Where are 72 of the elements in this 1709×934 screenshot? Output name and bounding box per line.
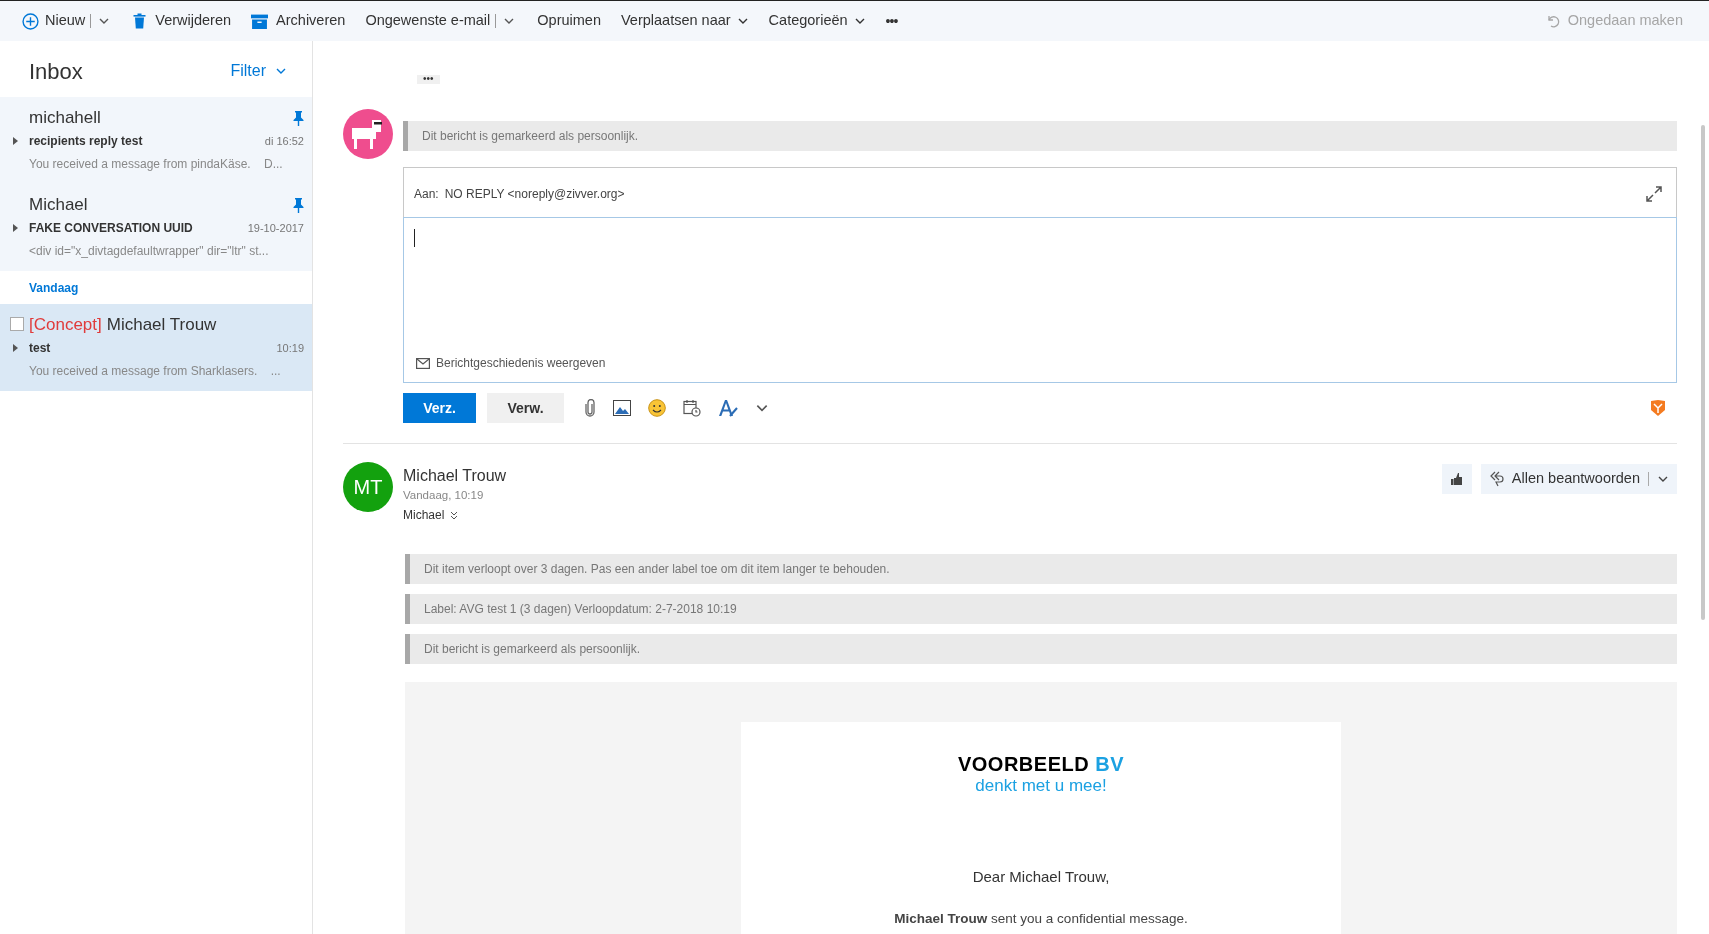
- text-cursor: [414, 229, 415, 247]
- thumbs-up-icon: [1450, 473, 1463, 485]
- sender-avatar: MT: [343, 462, 393, 512]
- expand-icon[interactable]: [13, 224, 18, 232]
- info-bar: Dit bericht is gemarkeerd als persoonlijk.: [405, 634, 1677, 665]
- send-button[interactable]: Verz.: [403, 393, 476, 423]
- to-label: Aan:: [414, 186, 439, 203]
- pin-icon[interactable]: [293, 110, 304, 126]
- toolbar-menu-button[interactable]: Categorieën: [768, 10, 866, 32]
- message-preview: You received a message from pindaKäse. D...: [29, 156, 284, 173]
- like-button[interactable]: [1441, 464, 1472, 494]
- body-text: Michael Trouw sent you a confidential message.: [894, 909, 1188, 928]
- message-subject: FAKE CONVERSATION UUID: [29, 220, 193, 237]
- info-bar: Dit bericht is gemarkeerd als persoonlijk.: [403, 121, 1677, 151]
- folder-title: Inbox: [29, 57, 83, 86]
- message-subject: recipients reply test: [29, 133, 143, 150]
- recipient-name: Michael: [403, 507, 445, 525]
- avatar: [343, 109, 393, 159]
- info-bar: Dit item verloopt over 3 dagen. Pas een ander label toe om dit item langer te behouden.: [405, 554, 1677, 585]
- more-button[interactable]: •••: [885, 10, 898, 32]
- expand-icon[interactable]: [13, 344, 18, 352]
- sender-name: Michael Trouw: [106, 315, 217, 334]
- toolbar-button[interactable]: Ongewenste e-mail: [365, 10, 491, 32]
- expand-icon[interactable]: [1646, 186, 1662, 202]
- plus-circle-icon: [22, 12, 39, 30]
- scrollbar[interactable]: [1701, 125, 1705, 620]
- font-style-icon[interactable]: [718, 399, 738, 417]
- reply-all-button[interactable]: Allen beantwoorden: [1489, 468, 1640, 490]
- reply-all-icon: [1489, 471, 1504, 487]
- message-time: 10:19: [276, 340, 304, 356]
- emoji-icon[interactable]: [648, 399, 666, 417]
- pin-icon[interactable]: [293, 197, 304, 213]
- trash-icon: [132, 13, 148, 29]
- paperclip-icon[interactable]: [584, 399, 596, 417]
- draft-label: [Concept]: [29, 315, 102, 334]
- more-button[interactable]: •••: [417, 74, 440, 84]
- message-date: Vandaag, 10:19: [403, 488, 485, 503]
- history-link[interactable]: Berichtgeschiedenis weergeven: [416, 354, 606, 372]
- logo-tagline: denkt met u mee!: [975, 776, 1107, 797]
- info-bar: Label: AVG test 1 (3 dagen) Verloopdatum: 2-7-2018 10:19: [405, 594, 1677, 625]
- company-logo: VOORBEELD BV: [957, 752, 1124, 777]
- undo-icon: [1545, 14, 1560, 28]
- checkbox[interactable]: [10, 317, 24, 331]
- message-body-field[interactable]: Berichtgeschiedenis weergeven: [403, 217, 1677, 383]
- archive-icon: [251, 13, 269, 29]
- message-preview: <div id="x_divtagdefaultwrapper" dir="ltr" st...: [29, 243, 270, 260]
- sender-name: Michael Trouw: [403, 466, 507, 486]
- toolbar-menu-button[interactable]: Verplaatsen naar: [620, 10, 749, 32]
- message-list-item[interactable]: [Concept] Michael Trouw test 10:19 You received a message from Sharklasers. ...: [0, 304, 312, 391]
- shield-icon[interactable]: [1651, 400, 1665, 416]
- toolbar-button[interactable]: Archiveren: [251, 10, 346, 32]
- double-chevron-icon[interactable]: [450, 510, 459, 520]
- message-subject: test: [29, 340, 51, 357]
- message-preview: You received a message from Sharklasers. ...: [29, 363, 282, 380]
- sender-name: michahell: [29, 108, 101, 127]
- envelope-icon: [416, 357, 430, 369]
- message-time: di 16:52: [264, 133, 304, 149]
- expand-icon[interactable]: [13, 137, 18, 145]
- message-list-item[interactable]: Michael FAKE CONVERSATION UUID 19-10-2017 <div id="x_divtagdefaultwrapper" dir="ltr" st...: [0, 184, 312, 271]
- message-list-item[interactable]: michahell recipients reply test di 16:52 You received a message from pindaKäse. D...: [0, 97, 312, 184]
- discard-button[interactable]: Verw.: [487, 393, 564, 423]
- toolbar-button[interactable]: Nieuw: [22, 10, 86, 32]
- greeting-text: Dear Michael Trouw,: [972, 867, 1110, 888]
- calendar-clock-icon[interactable]: [683, 399, 701, 417]
- group-header: Vandaag: [28, 280, 80, 297]
- toolbar-button[interactable]: Verwijderen: [132, 10, 232, 32]
- toolbar-button[interactable]: Opruimen: [537, 10, 601, 32]
- message-time: 19-10-2017: [247, 220, 304, 236]
- image-icon[interactable]: [613, 400, 631, 416]
- sender-name: Michael: [29, 195, 88, 214]
- filter-button[interactable]: Filter: [230, 59, 287, 83]
- recipient-field[interactable]: NO REPLY <noreply@zivver.org>: [444, 185, 625, 203]
